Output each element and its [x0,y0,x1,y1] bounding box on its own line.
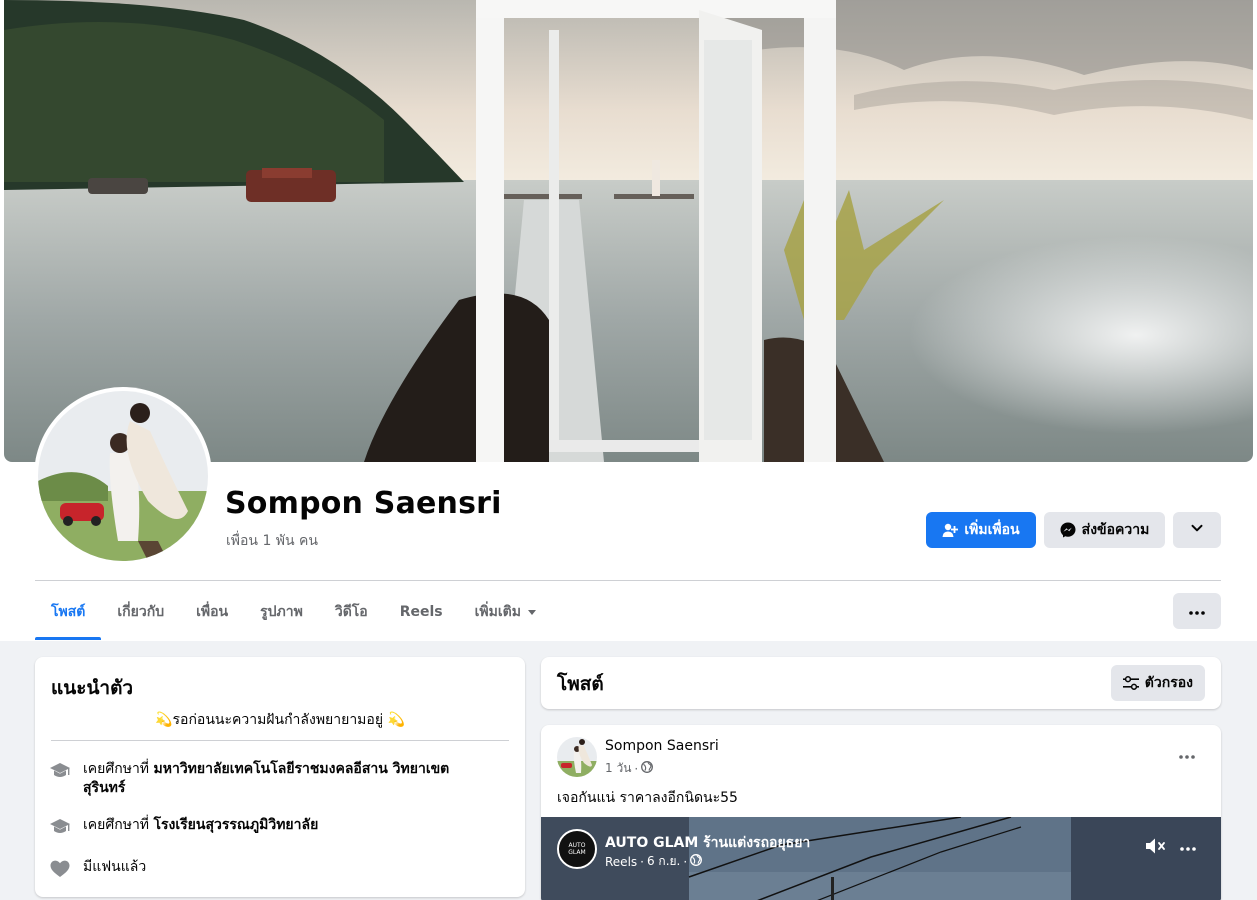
more-dots-icon [1189,603,1205,619]
add-user-icon [942,522,959,538]
reel-options-button[interactable] [1175,835,1201,855]
reel-meta: Reels · 6 ก.ย. · [605,852,703,871]
post-time[interactable]: 1 วัน [605,759,631,778]
school-link[interactable]: มหาวิทยาลัยเทคโนโลยีราชมงคลอีสาน วิทยาเข… [154,761,450,777]
filter-button[interactable]: ตัวกรอง [1110,665,1205,701]
post-card: Sompon Saensri 1 วัน · เจอกันแน่ ราคาลงอ… [541,725,1221,900]
mute-button[interactable] [1145,837,1167,859]
post-text: เจอกันแน่ ราคาลงอีกนิดนะ55 [557,790,738,806]
posts-title: โพสต์ [557,673,604,695]
intro-title: แนะนำตัว [51,677,134,699]
avatar[interactable] [38,391,208,561]
intro-education-2: เคยศึกษาที่ โรงเรียนสุวรรณภูมิวิทยาลัย [49,816,509,838]
tab-videos[interactable]: วิดีโอ [319,584,384,640]
heart-icon [49,858,71,880]
tab-about[interactable]: เกี่ยวกับ [101,584,180,640]
bio-divider [51,740,509,741]
tabs-more-button[interactable] [1173,593,1221,629]
messenger-icon [1060,522,1076,538]
intro-card: แนะนำตัว 💫รอก่อนนะความฝันกำลังพยายามอยู่… [35,657,525,897]
tab-posts[interactable]: โพสต์ [35,584,102,640]
header-divider [35,580,1221,581]
filter-label: ตัวกรอง [1144,675,1193,691]
post-options-button[interactable] [1171,741,1203,765]
intro-education-1: เคยศึกษาที่ มหาวิทยาลัยเทคโนโลยีราชมงคลอ… [49,760,509,798]
profile-tabs: โพสต์ เกี่ยวกับ เพื่อน รูปภาพ วิดีโอ Ree… [35,584,553,640]
add-friend-button[interactable]: เพิ่มเพื่อน [926,512,1036,548]
tab-friends[interactable]: เพื่อน [180,584,244,640]
globe-icon [641,761,654,776]
reel-date[interactable]: 6 ก.ย. [647,852,680,871]
friend-count[interactable]: เพื่อน 1 พัน คน [226,530,318,552]
profile-avatar[interactable] [34,387,212,565]
tab-photos[interactable]: รูปภาพ [244,584,319,640]
profile-options-button[interactable] [1173,512,1221,548]
bio-text: 💫รอก่อนนะความฝันกำลังพยายามอยู่ 💫 [155,712,405,728]
message-button[interactable]: ส่งข้อความ [1044,512,1165,548]
intro-relationship: มีแฟนแล้ว [49,858,509,880]
reel-page-name[interactable]: AUTO GLAM ร้านแต่งรถอยุธยา [605,832,810,854]
profile-header: Sompon Saensri เพื่อน 1 พัน คน เพิ่มเพื่… [0,0,1257,641]
shared-reel[interactable]: AUTO GLAM AUTO GLAM ร้านแต่งรถอยุธยา Ree… [541,817,1221,900]
add-friend-label: เพิ่มเพื่อน [964,522,1020,538]
more-dots-icon [1180,836,1196,855]
tab-reels[interactable]: Reels [384,584,459,640]
reel-source[interactable]: Reels [605,855,637,869]
reel-page-logo[interactable]: AUTO GLAM [557,829,597,869]
more-dots-icon [1179,744,1195,763]
graduation-cap-icon [49,760,71,782]
posts-header-card: โพสต์ ตัวกรอง [541,657,1221,709]
filter-sliders-icon [1122,676,1139,690]
speaker-muted-icon [1145,838,1167,859]
cover-photo[interactable] [4,0,1253,462]
globe-icon [690,854,703,869]
post-meta: 1 วัน · [605,759,654,778]
caret-down-icon [527,607,537,617]
graduation-cap-icon [49,816,71,838]
chevron-down-icon [1190,521,1204,539]
profile-name: Sompon Saensri [225,486,502,521]
school-link[interactable]: โรงเรียนสุวรรณภูมิวิทยาลัย [154,817,319,833]
tab-more[interactable]: เพิ่มเติม [459,584,553,640]
post-author-avatar[interactable] [557,737,597,777]
post-author-name[interactable]: Sompon Saensri [605,738,719,754]
message-label: ส่งข้อความ [1081,522,1150,538]
school-link-continued[interactable]: สุรินทร์ [83,780,125,796]
